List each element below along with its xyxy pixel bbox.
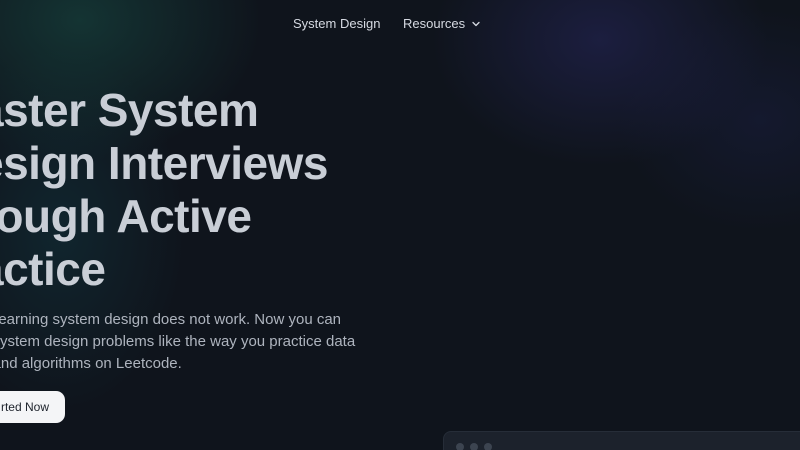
preview-window bbox=[443, 431, 800, 450]
hero-title: aster System esign Interviews rough Acti… bbox=[0, 84, 328, 296]
hero-subtitle-line: ly learning system design does not work.… bbox=[0, 311, 342, 328]
window-dot-icon bbox=[484, 443, 492, 450]
nav-resources[interactable]: Resources bbox=[403, 16, 481, 31]
window-dot-icon bbox=[456, 443, 464, 450]
nav-resources-label: Resources bbox=[403, 16, 466, 31]
hero-title-line: rough Active bbox=[0, 190, 252, 242]
chevron-down-icon bbox=[471, 19, 481, 29]
hero-title-line: actice bbox=[0, 243, 106, 295]
nav-system-design[interactable]: System Design bbox=[293, 16, 380, 31]
top-nav: System Design Resources bbox=[0, 0, 800, 48]
hero-subtitle-line: e and algorithms on Leetcode. bbox=[0, 355, 182, 372]
get-started-button[interactable]: rted Now bbox=[0, 391, 65, 423]
hero-title-line: aster System bbox=[0, 84, 259, 136]
window-dot-icon bbox=[470, 443, 478, 450]
hero-subtitle-line: e system design problems like the way yo… bbox=[0, 333, 356, 350]
hero-title-line: esign Interviews bbox=[0, 137, 328, 189]
hero-subtitle: ly learning system design does not work.… bbox=[0, 309, 400, 375]
landing-page: System Design Resources aster System esi… bbox=[0, 0, 800, 450]
